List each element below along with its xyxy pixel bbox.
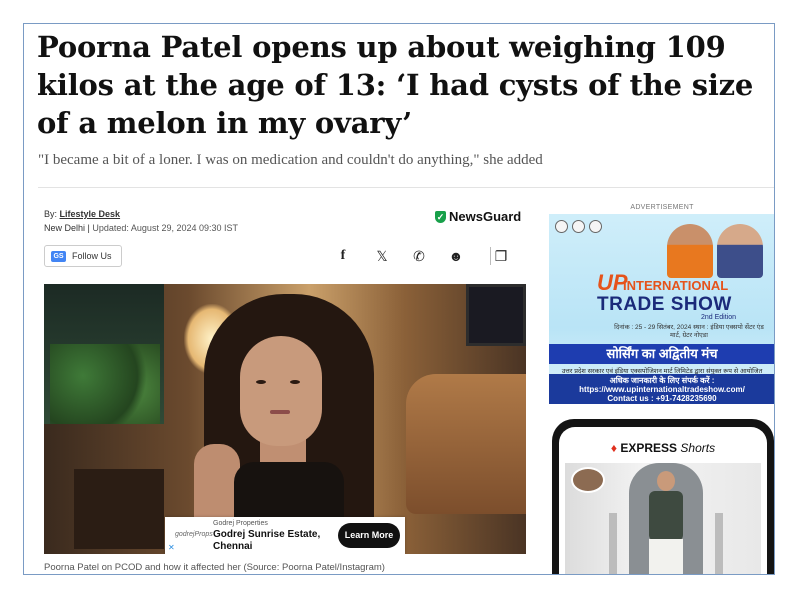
- express-shorts-title: ♦ EXPRESS Shorts: [559, 441, 767, 455]
- ad-brand: Godrej Properties: [213, 520, 268, 527]
- ad-city: Chennai: [213, 541, 253, 552]
- godrej-logo: godrejProps: [175, 531, 213, 538]
- byline-separator: |: [87, 223, 90, 233]
- location: New Delhi: [44, 223, 86, 233]
- photo-face: [240, 336, 322, 446]
- ad-person-right: [717, 224, 763, 278]
- ad-phone: Contact us : +91-7428235690: [607, 394, 717, 403]
- emblem-icon: [572, 220, 585, 233]
- divider: [38, 187, 774, 188]
- shorts-label: Shorts: [680, 441, 716, 455]
- advertisement-label: ADVERTISEMENT: [630, 204, 694, 211]
- follow-us-button[interactable]: GS Follow Us: [44, 245, 122, 267]
- photo-caption: Poorna Patel on PCOD and how it affected…: [44, 562, 385, 573]
- express-brand: EXPRESS: [620, 441, 678, 455]
- follow-us-label: Follow Us: [72, 251, 112, 261]
- flame-icon: ♦: [610, 441, 618, 455]
- ad-title: Godrej Sunrise Estate,: [213, 529, 321, 540]
- newsguard-label: NewsGuard: [449, 209, 522, 224]
- ad-contact-hindi: अधिक जानकारी के लिए संपर्क करें :: [609, 376, 715, 385]
- ad-url[interactable]: https://www.upinternationaltradeshow.com…: [549, 385, 774, 394]
- ad-trade-show: TRADE SHOW: [597, 294, 732, 315]
- ad-edition: 2nd Edition: [701, 314, 737, 321]
- shorts-thumbnail[interactable]: [565, 463, 761, 574]
- photo-mouth: [270, 410, 290, 414]
- x-share-icon[interactable]: 𝕏: [374, 247, 390, 265]
- ad-contact-block: अधिक जानकारी के लिए संपर्क करें : https:…: [549, 374, 774, 404]
- emblem-icon: [589, 220, 602, 233]
- shorts-badge: [571, 467, 605, 493]
- photo-table: [74, 469, 164, 549]
- ad-international: INTERNATIONAL: [623, 278, 729, 293]
- article-subhead: "I became a bit of a loner. I was on med…: [38, 152, 543, 168]
- article-headline: Poorna Patel opens up about weighing 109…: [37, 30, 754, 140]
- sidebar-ad-banner[interactable]: UP INTERNATIONAL TRADE SHOW 2nd Edition …: [549, 214, 774, 404]
- ad-dates: दिनांक : 25 - 29 सितंबर, 2024 स्थान : इं…: [614, 324, 764, 339]
- byline: By: Lifestyle Desk New Delhi | Updated: …: [44, 207, 238, 235]
- reddit-share-icon[interactable]: ☻: [448, 247, 464, 265]
- article-frame: Poorna Patel opens up about weighing 109…: [23, 23, 775, 575]
- phone-screen: ♦ EXPRESS Shorts: [559, 427, 767, 574]
- photo-eye-right: [290, 380, 300, 384]
- express-shorts-widget[interactable]: ♦ EXPRESS Shorts: [552, 419, 774, 574]
- close-icon[interactable]: ✕: [168, 543, 177, 552]
- google-news-icon: GS: [51, 250, 66, 262]
- dateline: New Delhi | Updated: August 29, 2024 09:…: [44, 221, 238, 235]
- author-link[interactable]: Lifestyle Desk: [60, 209, 121, 219]
- article-photo: ✕ godrejProps Godrej Properties Godrej S…: [44, 284, 526, 554]
- thumb-person-jacket: [649, 491, 683, 541]
- photo-tv: [466, 284, 526, 346]
- photo-plants: [50, 344, 160, 424]
- whatsapp-share-icon[interactable]: ✆: [411, 247, 427, 265]
- ad-emblems: [555, 220, 602, 233]
- emblem-icon: [555, 220, 568, 233]
- facebook-share-icon[interactable]: f: [336, 247, 350, 265]
- learn-more-button[interactable]: Learn More: [338, 523, 400, 548]
- thumb-rail: [715, 513, 723, 574]
- ad-person-left: [667, 224, 713, 278]
- photo-eye-left: [256, 380, 266, 384]
- newsguard-badge[interactable]: ✓ NewsGuard: [435, 209, 521, 224]
- thumb-person-head: [657, 471, 675, 491]
- photo-sofa: [406, 374, 526, 514]
- inline-ad[interactable]: ✕ godrejProps Godrej Properties Godrej S…: [165, 517, 405, 554]
- by-prefix: By:: [44, 209, 58, 219]
- updated-time: Updated: August 29, 2024 09:30 IST: [92, 223, 238, 233]
- shield-check-icon: ✓: [435, 210, 446, 223]
- comment-icon[interactable]: ❐: [490, 247, 512, 265]
- thumb-rail: [609, 513, 617, 574]
- thumb-person-kurta: [649, 539, 683, 574]
- ad-tagline: सोर्सिंग का अद्वितीय मंच: [549, 344, 774, 364]
- author-line: By: Lifestyle Desk: [44, 207, 238, 221]
- thumb-person: [643, 471, 689, 574]
